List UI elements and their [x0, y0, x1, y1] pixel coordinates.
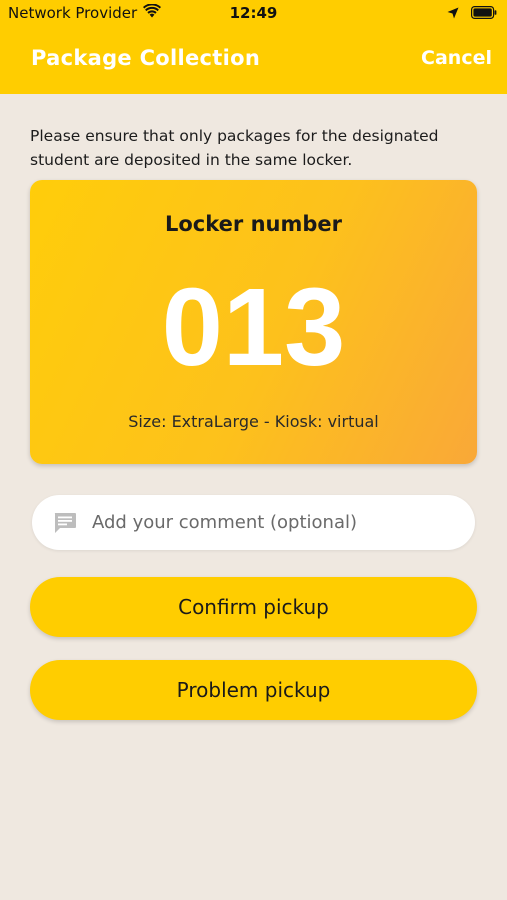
- locker-number: 013: [161, 266, 346, 389]
- location-arrow-icon: [447, 5, 459, 23]
- cancel-button[interactable]: Cancel: [421, 47, 492, 69]
- locker-card: Locker number 013 Size: ExtraLarge - Kio…: [30, 180, 477, 464]
- confirm-pickup-button[interactable]: Confirm pickup: [30, 577, 477, 637]
- instruction-text: Please ensure that only packages for the…: [30, 127, 439, 169]
- comment-icon: [52, 510, 78, 536]
- page-title: Package Collection: [31, 46, 261, 70]
- status-bar: Network Provider 12:49: [0, 0, 507, 26]
- status-time: 12:49: [229, 4, 278, 22]
- locker-label: Locker number: [165, 212, 342, 236]
- battery-icon: [471, 5, 497, 23]
- comment-field[interactable]: [32, 495, 475, 550]
- status-right: [447, 5, 497, 23]
- comment-input[interactable]: [90, 511, 454, 534]
- problem-pickup-button[interactable]: Problem pickup: [30, 660, 477, 720]
- nav-bar: Package Collection Cancel: [0, 26, 507, 94]
- locker-meta: Size: ExtraLarge - Kiosk: virtual: [128, 412, 379, 431]
